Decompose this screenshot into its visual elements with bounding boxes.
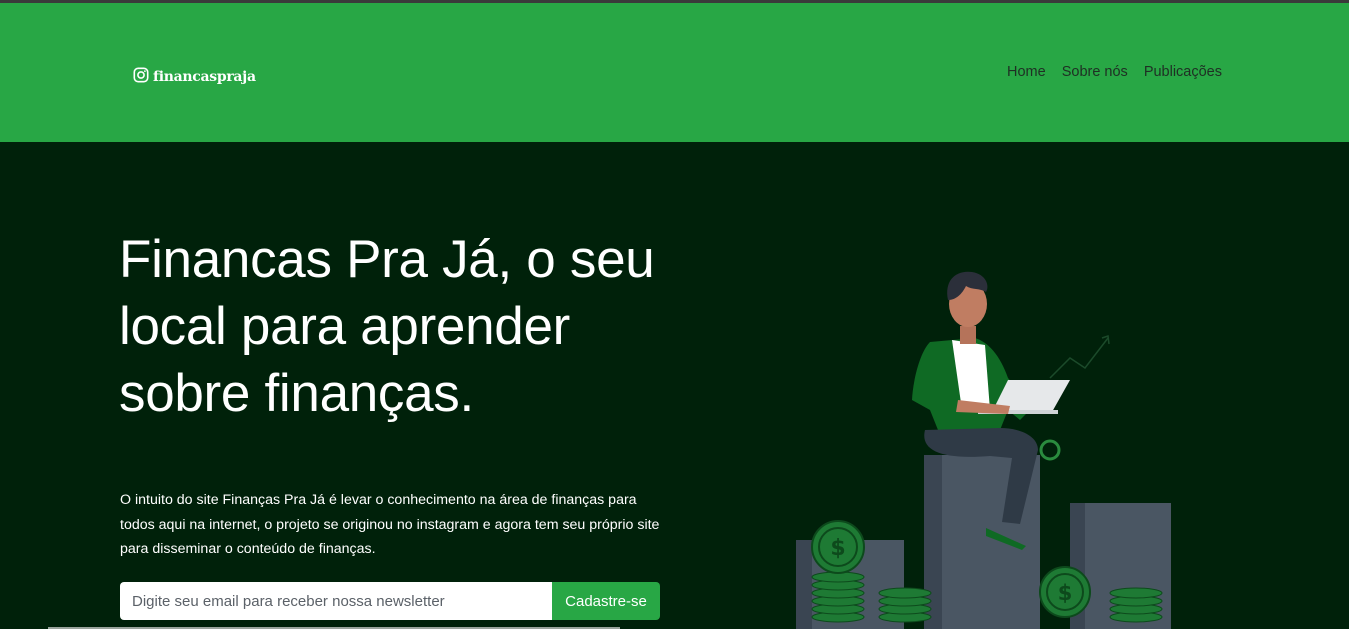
newsletter-email-input[interactable]	[120, 582, 552, 620]
nav-home[interactable]: Home	[1007, 64, 1046, 80]
site-header: financaspraja Home Sobre nós Publicações	[0, 3, 1349, 142]
nav-publicacoes[interactable]: Publicações	[1144, 64, 1222, 80]
svg-text:$: $	[830, 536, 845, 561]
instagram-icon	[133, 67, 149, 87]
svg-text:$: $	[1058, 581, 1073, 605]
main-nav: Home Sobre nós Publicações	[1007, 64, 1222, 80]
newsletter-signup-button[interactable]: Cadastre-se	[552, 582, 660, 620]
nav-sobre-nos[interactable]: Sobre nós	[1062, 64, 1128, 80]
newsletter-form: Cadastre-se	[120, 582, 660, 620]
brand-name: financaspraja	[153, 69, 256, 85]
brand-link[interactable]: financaspraja	[133, 67, 256, 87]
hero-title: Financas Pra Já, o seu local para aprend…	[119, 230, 655, 423]
hero-description: O intuito do site Finanças Pra Já é leva…	[120, 492, 660, 557]
person-with-laptop-on-money-illustration: $ $	[780, 260, 1190, 629]
